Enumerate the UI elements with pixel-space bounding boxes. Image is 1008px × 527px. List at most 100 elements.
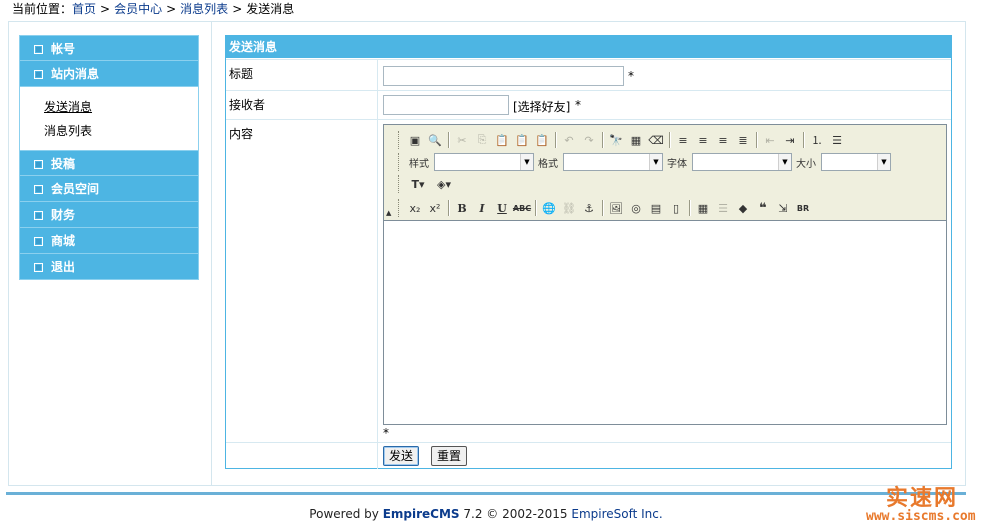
preview-icon[interactable]: 🔍 xyxy=(425,130,445,150)
paste-word-icon[interactable]: 📋 xyxy=(532,130,552,150)
special-char-icon[interactable]: ◆ xyxy=(733,198,753,218)
square-bullet-icon xyxy=(34,70,43,79)
breadcrumb-prefix: 当前位置： xyxy=(12,2,73,16)
square-bullet-icon xyxy=(34,160,43,169)
subject-input[interactable] xyxy=(383,66,624,86)
outdent-icon[interactable]: ⇤ xyxy=(760,130,780,150)
undo-icon[interactable]: ↶ xyxy=(559,130,579,150)
sidebar-item-shop[interactable]: 商城 xyxy=(19,228,199,254)
strikethrough-icon[interactable]: ABC xyxy=(512,198,532,218)
sidebar-item-messages[interactable]: 站内消息 xyxy=(19,61,199,87)
indent-icon[interactable]: ⇥ xyxy=(780,130,800,150)
flash-icon[interactable]: ◎ xyxy=(626,198,646,218)
footer-powered: Powered by xyxy=(309,507,379,521)
select-all-icon[interactable]: ▦ xyxy=(626,130,646,150)
paste-icon[interactable]: 📋 xyxy=(492,130,512,150)
redo-icon[interactable]: ↷ xyxy=(579,130,599,150)
page-break-icon[interactable]: ⇲ xyxy=(773,198,793,218)
background-color-icon[interactable]: ◈▾ xyxy=(431,174,457,194)
paste-text-icon[interactable]: 📋 xyxy=(512,130,532,150)
collapse-toolbar-icon[interactable]: ▲ xyxy=(386,209,391,217)
blockquote-icon[interactable]: ❝ xyxy=(753,198,773,218)
breadcrumb-member-center-link[interactable]: 会员中心 xyxy=(114,2,162,16)
breadcrumb-home-link[interactable]: 首页 xyxy=(72,2,96,16)
bold-icon[interactable]: B xyxy=(452,198,472,218)
horizontal-rule-icon[interactable]: ☰ xyxy=(713,198,733,218)
square-bullet-icon xyxy=(34,45,43,54)
square-bullet-icon xyxy=(34,185,43,194)
footer-company-link[interactable]: EmpireSoft Inc. xyxy=(571,507,662,521)
breadcrumb-separator: > xyxy=(166,2,177,16)
source-icon[interactable]: ▣ xyxy=(405,130,425,150)
editor-content-area[interactable] xyxy=(384,221,946,424)
unlink-icon[interactable]: ⛓ xyxy=(559,198,579,218)
format-combo[interactable]: ▼ xyxy=(563,153,663,171)
footer-divider xyxy=(6,492,966,495)
chevron-down-icon: ▼ xyxy=(877,154,890,170)
choose-friend-link[interactable]: [选择好友] xyxy=(513,98,570,115)
receiver-input[interactable] xyxy=(383,95,509,115)
new-page-icon[interactable]: ▯ xyxy=(666,198,686,218)
footer: Powered by EmpireCMS 7.2 © 2002-2015 Emp… xyxy=(0,507,972,521)
align-left-icon[interactable]: ≡ xyxy=(673,130,693,150)
sidebar-item-logout[interactable]: 退出 xyxy=(19,254,199,280)
copy-icon[interactable]: ⎘ xyxy=(472,130,492,150)
chevron-down-icon: ▼ xyxy=(520,154,533,170)
sidebar-item-member-space[interactable]: 会员空间 xyxy=(19,176,199,202)
toolbar-grip xyxy=(398,131,401,149)
square-bullet-icon xyxy=(34,237,43,246)
watermark-url: www.siscms.com xyxy=(866,509,976,524)
anchor-icon[interactable]: ⚓ xyxy=(579,198,599,218)
toolbar-grip xyxy=(398,199,401,217)
align-right-icon[interactable]: ≡ xyxy=(713,130,733,150)
toolbar-grip xyxy=(398,175,401,193)
footer-copyright: © 2002-2015 xyxy=(486,507,568,521)
breadcrumb-message-list-link[interactable]: 消息列表 xyxy=(180,2,228,16)
sidebar-submenu-messages: 发送消息 消息列表 xyxy=(19,87,199,150)
content-row: 内容 ▣ 🔍 ✂ ⎘ 📋 📋 📋 ↶ ↷ 🔭 ▦ ⌫ ≡ ≡ ≡ ≣ ⇤ ⇥ ⒈… xyxy=(226,119,951,442)
sidebar-item-label: 站内消息 xyxy=(51,67,100,81)
required-mark: * xyxy=(575,98,581,112)
line-break-icon[interactable]: BR xyxy=(793,198,813,218)
sidebar-subitem-message-list[interactable]: 消息列表 xyxy=(44,124,92,138)
superscript-icon[interactable]: x² xyxy=(425,198,445,218)
required-mark: * xyxy=(628,69,634,83)
cut-icon[interactable]: ✂ xyxy=(452,130,472,150)
sidebar-item-account[interactable]: 帐号 xyxy=(19,35,199,61)
table-icon[interactable]: ▦ xyxy=(693,198,713,218)
breadcrumb: 当前位置：首页 > 会员中心 > 消息列表 > 发送消息 xyxy=(12,1,294,17)
toolbar-row-4: x₂ x² B I U ABC 🌐 ⛓ ⚓ 🖼 ◎ ▤ ▯ ▦ ☰ ◆ ❝ ⇲ … xyxy=(398,197,813,219)
square-bullet-icon xyxy=(34,211,43,220)
sidebar-item-label: 财务 xyxy=(51,208,76,222)
numbered-list-icon[interactable]: ⒈ xyxy=(807,130,827,150)
font-combo[interactable]: ▼ xyxy=(692,153,792,171)
sidebar-item-label: 退出 xyxy=(51,260,76,274)
sidebar-item-submit[interactable]: 投稿 xyxy=(19,150,199,176)
image-icon[interactable]: 🖼 xyxy=(606,198,626,218)
send-button[interactable]: 发送 xyxy=(383,446,420,466)
find-icon[interactable]: 🔭 xyxy=(606,130,626,150)
form-title: 发送消息 xyxy=(226,36,951,58)
sidebar-item-finance[interactable]: 财务 xyxy=(19,202,199,228)
text-color-icon[interactable]: T▾ xyxy=(405,174,431,194)
align-justify-icon[interactable]: ≣ xyxy=(733,130,753,150)
reset-button[interactable]: 重置 xyxy=(431,446,468,466)
bulleted-list-icon[interactable]: ☰ xyxy=(827,130,847,150)
italic-icon[interactable]: I xyxy=(472,198,492,218)
subscript-icon[interactable]: x₂ xyxy=(405,198,425,218)
media-icon[interactable]: ▤ xyxy=(646,198,666,218)
size-combo[interactable]: ▼ xyxy=(821,153,891,171)
receiver-row: 接收者 [选择好友] * xyxy=(226,90,951,119)
remove-format-icon[interactable]: ⌫ xyxy=(646,130,666,150)
breadcrumb-separator: > xyxy=(232,2,243,16)
breadcrumb-separator: > xyxy=(100,2,111,16)
sidebar-subitem-send-message[interactable]: 发送消息 xyxy=(44,100,92,114)
footer-product-link[interactable]: EmpireCMS xyxy=(383,507,460,521)
size-combo-label: 大小 xyxy=(796,158,816,170)
align-center-icon[interactable]: ≡ xyxy=(693,130,713,150)
sidebar: 帐号 站内消息 发送消息 消息列表 投稿 会员空间 财务 商城 退出 xyxy=(19,35,199,280)
underline-icon[interactable]: U xyxy=(492,198,512,218)
sidebar-item-label: 帐号 xyxy=(51,42,76,56)
style-combo[interactable]: ▼ xyxy=(434,153,534,171)
link-icon[interactable]: 🌐 xyxy=(539,198,559,218)
